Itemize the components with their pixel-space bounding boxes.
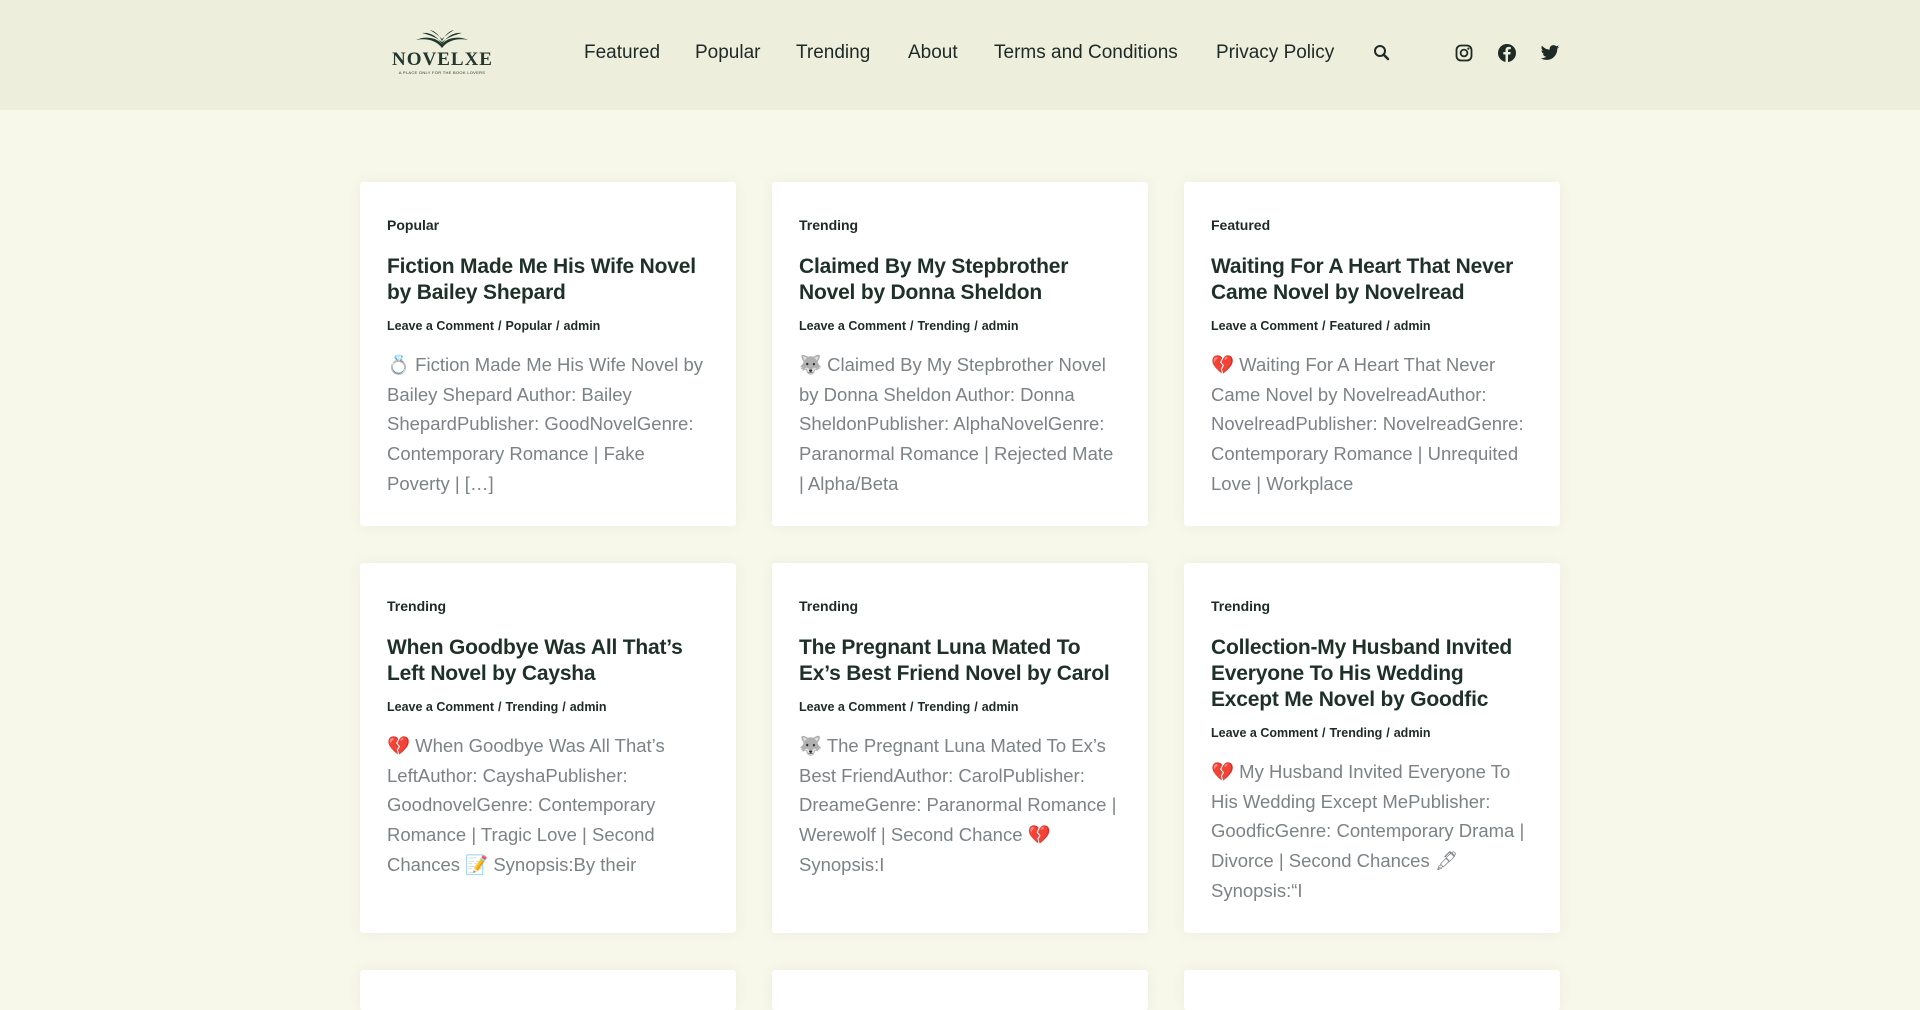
post-excerpt: 🐺 The Pregnant Luna Mated To Ex’s Best F… xyxy=(799,735,1117,875)
post-title-link[interactable]: When Goodbye Was All That’s Left Novel b… xyxy=(387,635,709,687)
nav-about[interactable]: About xyxy=(908,42,958,64)
post-category-link[interactable]: Featured xyxy=(1211,216,1533,234)
post-card: Trending Claimed By My Stepbrother Novel … xyxy=(772,182,1148,526)
post-meta: Leave a Comment / Trending / admin xyxy=(387,699,709,715)
meta-category-link[interactable]: Trending xyxy=(917,700,970,714)
main-nav: Featured Popular Trending About Terms an… xyxy=(0,42,1920,66)
post-title-link[interactable]: Collection-My Husband Invited Everyone T… xyxy=(1211,635,1533,713)
post-card-partial[interactable] xyxy=(360,970,736,1010)
post-title-link[interactable]: Fiction Made Me His Wife Novel by Bailey… xyxy=(387,254,709,306)
post-title-link[interactable]: The Pregnant Luna Mated To Ex’s Best Fri… xyxy=(799,635,1121,687)
leave-comment-link[interactable]: Leave a Comment xyxy=(1211,726,1318,740)
post-card-partial[interactable] xyxy=(772,970,1148,1010)
meta-category-link[interactable]: Trending xyxy=(1329,726,1382,740)
meta-separator: / xyxy=(1321,726,1326,740)
post-card: Trending When Goodbye Was All That’s Left… xyxy=(360,563,736,933)
nav-featured[interactable]: Featured xyxy=(584,42,660,64)
post-card: Trending Collection-My Husband Invited Ev… xyxy=(1184,563,1560,933)
post-category-link[interactable]: Trending xyxy=(799,597,1121,615)
post-excerpt: 💔 My Husband Invited Everyone To His Wed… xyxy=(1211,761,1525,901)
meta-category-link[interactable]: Trending xyxy=(505,700,558,714)
leave-comment-link[interactable]: Leave a Comment xyxy=(1211,319,1318,333)
meta-category-link[interactable]: Popular xyxy=(505,319,552,333)
meta-separator: / xyxy=(974,319,978,333)
author-link[interactable]: admin xyxy=(564,319,601,333)
post-category-link[interactable]: Trending xyxy=(387,597,709,615)
leave-comment-link[interactable]: Leave a Comment xyxy=(387,700,494,714)
meta-separator: / xyxy=(562,700,566,714)
post-title-link[interactable]: Claimed By My Stepbrother Novel by Donna… xyxy=(799,254,1121,306)
post-card: Trending The Pregnant Luna Mated To Ex’s … xyxy=(772,563,1148,933)
meta-category-link[interactable]: Trending xyxy=(917,319,970,333)
leave-comment-link[interactable]: Leave a Comment xyxy=(799,700,906,714)
author-link[interactable]: admin xyxy=(982,700,1019,714)
meta-separator: / xyxy=(497,319,502,333)
nav-privacy[interactable]: Privacy Policy xyxy=(1216,42,1334,64)
site-header: NOVELXE A PLACE ONLY FOR THE BOOK LOVERS… xyxy=(0,0,1920,110)
meta-separator: / xyxy=(497,700,502,714)
nav-trending[interactable]: Trending xyxy=(796,42,870,64)
post-card-partial[interactable] xyxy=(1184,970,1560,1010)
nav-popular[interactable]: Popular xyxy=(695,42,761,64)
author-link[interactable]: admin xyxy=(1394,726,1431,740)
post-meta: Leave a Comment / Trending / admin xyxy=(799,699,1121,715)
leave-comment-link[interactable]: Leave a Comment xyxy=(799,319,906,333)
post-excerpt: 💔 When Goodbye Was All That’s LeftAuthor… xyxy=(387,735,665,875)
post-card: Featured Waiting For A Heart That Never C… xyxy=(1184,182,1560,526)
post-excerpt: 💍 Fiction Made Me His Wife Novel by Bail… xyxy=(387,354,704,494)
post-meta: Leave a Comment / Featured / admin xyxy=(1211,318,1533,334)
post-excerpt: 💔 Waiting For A Heart That Never Came No… xyxy=(1211,354,1524,494)
meta-separator: / xyxy=(1386,319,1390,333)
meta-separator: / xyxy=(909,319,914,333)
post-card: Popular Fiction Made Me His Wife Novel by… xyxy=(360,182,736,526)
author-link[interactable]: admin xyxy=(982,319,1019,333)
meta-separator: / xyxy=(1386,726,1390,740)
meta-separator: / xyxy=(556,319,560,333)
post-meta: Leave a Comment / Popular / admin xyxy=(387,318,709,334)
search-icon[interactable] xyxy=(1372,43,1394,65)
twitter-icon[interactable] xyxy=(1540,43,1562,65)
post-meta: Leave a Comment / Trending / admin xyxy=(799,318,1121,334)
author-link[interactable]: admin xyxy=(1394,319,1431,333)
post-category-link[interactable]: Trending xyxy=(799,216,1121,234)
post-excerpt: 🐺 Claimed By My Stepbrother Novel by Don… xyxy=(799,354,1114,494)
post-category-link[interactable]: Popular xyxy=(387,216,709,234)
post-category-link[interactable]: Trending xyxy=(1211,597,1533,615)
nav-terms[interactable]: Terms and Conditions xyxy=(994,42,1178,64)
post-meta: Leave a Comment / Trending / admin xyxy=(1211,725,1533,741)
meta-separator: / xyxy=(1321,319,1326,333)
author-link[interactable]: admin xyxy=(570,700,607,714)
brand-tagline: A PLACE ONLY FOR THE BOOK LOVERS xyxy=(398,70,486,75)
meta-separator: / xyxy=(909,700,914,714)
meta-separator: / xyxy=(974,700,978,714)
post-title-link[interactable]: Waiting For A Heart That Never Came Nove… xyxy=(1211,254,1533,306)
facebook-icon[interactable] xyxy=(1497,43,1519,65)
leave-comment-link[interactable]: Leave a Comment xyxy=(387,319,494,333)
meta-category-link[interactable]: Featured xyxy=(1329,319,1382,333)
instagram-icon[interactable] xyxy=(1454,43,1476,65)
